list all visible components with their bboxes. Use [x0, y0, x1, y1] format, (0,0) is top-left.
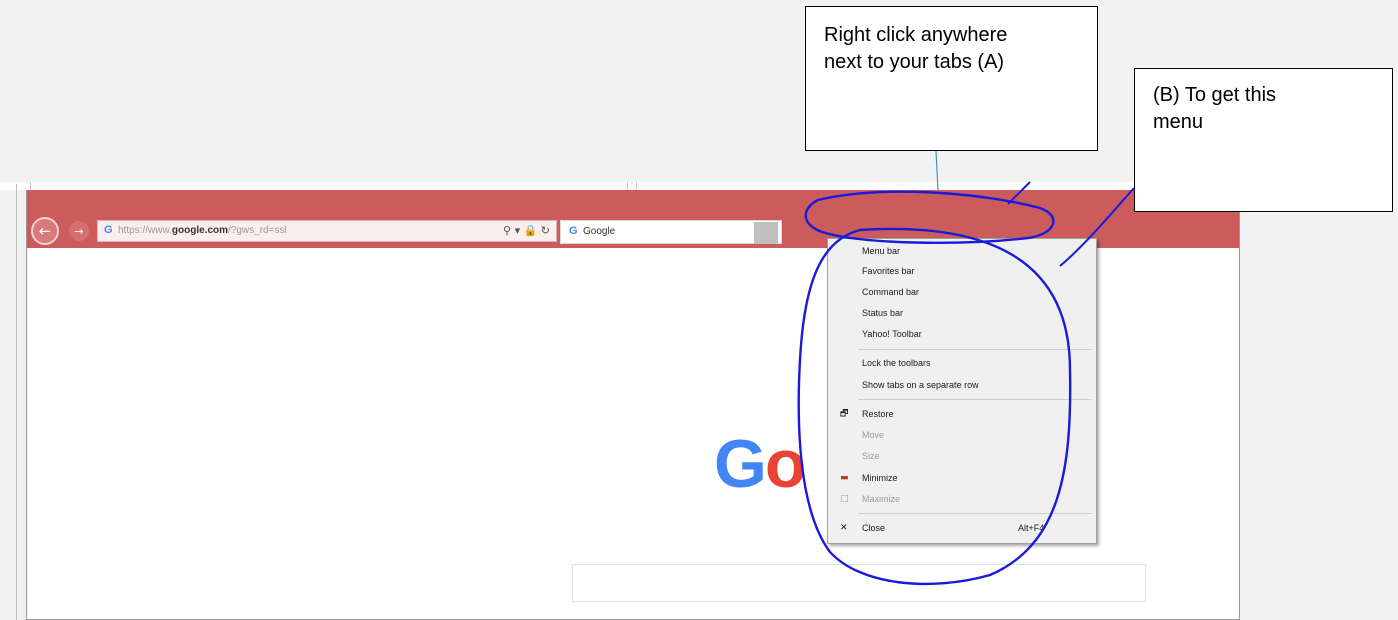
tab-google[interactable]: G Google ×	[560, 220, 782, 244]
menu-item-restore[interactable]: 🗗 Restore	[828, 404, 1096, 424]
callout-text: Right click anywhere	[824, 24, 1008, 46]
arrow-left-icon: ←	[38, 222, 52, 240]
search-input[interactable]	[572, 564, 1146, 602]
document-table-strip	[0, 182, 1240, 191]
callout-text: (B) To get this	[1153, 84, 1277, 106]
address-bar[interactable]: G https://www.google.com/?gws_rd=ssl ⚲ ▾…	[97, 220, 557, 242]
menu-item-size: Size	[862, 451, 880, 461]
menu-item-move: Move	[862, 430, 885, 440]
address-action-icons[interactable]: ⚲ ▾ 🔒 ↻	[503, 224, 550, 237]
menu-item-command-bar[interactable]: Command bar	[828, 282, 1096, 302]
google-logo: Go	[714, 426, 806, 502]
menu-item-tabs-separate-row[interactable]: Show tabs on a separate row	[828, 375, 1096, 395]
menu-item-close[interactable]: ✕ Close Alt+F4	[828, 518, 1096, 538]
address-url: https://www.google.com/?gws_rd=ssl	[118, 225, 287, 236]
callout-text: menu	[1153, 111, 1204, 133]
callout-box-a: Right click anywhere next to your tabs (…	[805, 6, 1098, 151]
restore-icon: 🗗	[840, 409, 849, 419]
menu-item-menu-bar[interactable]: Menu bar	[828, 241, 1096, 261]
menu-item-lock-toolbars[interactable]: Lock the toolbars	[828, 353, 1096, 373]
back-button[interactable]: ←	[31, 217, 59, 245]
google-favicon: G	[569, 225, 578, 237]
maximize-icon: □	[840, 494, 849, 504]
context-menu: Menu bar Favorites bar Command bar Statu…	[827, 238, 1097, 544]
menu-item-favorites-bar[interactable]: Favorites bar	[828, 261, 1096, 281]
page-margin-line	[16, 184, 17, 620]
menu-item-minimize[interactable]: ▬ Minimize	[828, 468, 1096, 488]
close-icon: ✕	[840, 523, 848, 533]
menu-item-yahoo-toolbar[interactable]: Yahoo! Toolbar	[828, 324, 1096, 344]
minimize-icon: ▬	[840, 473, 849, 483]
callout-box-b: (B) To get this menu	[1134, 68, 1393, 212]
shortcut-label: Alt+F4	[1018, 523, 1045, 533]
tab-title: Google	[583, 226, 616, 237]
menu-item-maximize: □ Maximize	[828, 489, 1096, 509]
menu-separator	[858, 349, 1092, 350]
menu-item-status-bar[interactable]: Status bar	[828, 303, 1096, 323]
forward-button[interactable]: →	[69, 221, 89, 241]
menu-separator	[858, 513, 1092, 514]
callout-text: next to your tabs (A)	[824, 51, 1005, 73]
google-favicon: G	[104, 224, 113, 236]
menu-separator	[858, 399, 1092, 400]
new-tab-button[interactable]	[754, 222, 778, 244]
arrow-right-icon: →	[74, 224, 84, 238]
